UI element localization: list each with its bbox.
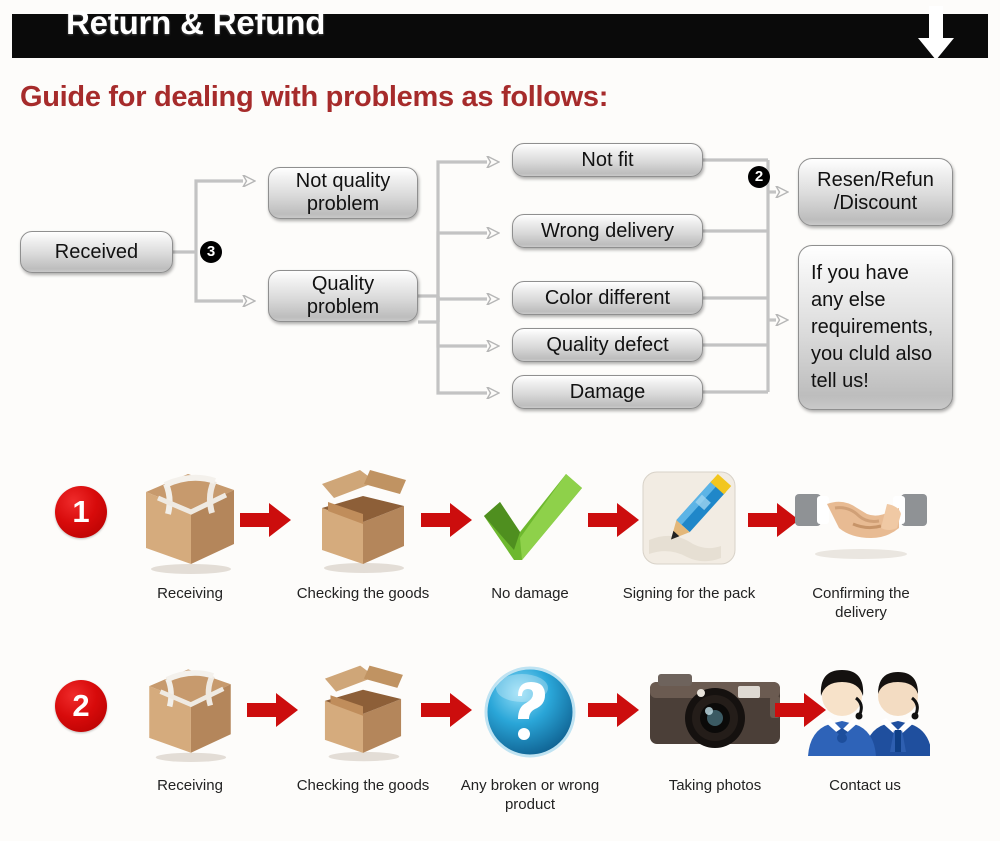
camera-icon: [640, 652, 790, 772]
flow-node-label-line2: problem: [306, 193, 380, 215]
sealed-box-icon: [115, 652, 265, 772]
flow-node-color-different[interactable]: Color different: [512, 281, 703, 315]
badge-2: 2: [748, 166, 770, 188]
process-row-2: 2 Receiving Checking the goods Any broke…: [0, 640, 1000, 820]
process-step-label: Signing for the pack: [622, 585, 756, 602]
process-step[interactable]: Receiving: [115, 652, 265, 795]
flow-node-label-line2: any else: [811, 289, 886, 311]
process-step[interactable]: Any broken or wrong product: [455, 652, 605, 814]
row-number-label: 1: [72, 494, 90, 529]
process-step-label: Receiving: [157, 777, 223, 794]
flow-node-label-line1: Quality: [311, 273, 375, 295]
process-step-label: Any broken or wrong product: [460, 777, 600, 813]
process-step-label: Checking the goods: [296, 777, 430, 794]
flow-node-damage[interactable]: Damage: [512, 375, 703, 409]
question-mark-icon: [455, 652, 605, 772]
flow-node-received[interactable]: Received: [20, 231, 173, 273]
badge-3: 3: [200, 241, 222, 263]
handshake-icon: [786, 460, 936, 580]
red-arrow-icon: [240, 503, 291, 537]
flow-node-label-wrap: If you have any else requirements, you c…: [811, 260, 933, 395]
process-step-label: No damage: [491, 585, 569, 602]
badge-label: 3: [206, 243, 216, 260]
flow-node-label-line2: problem: [306, 296, 380, 318]
flow-node-quality-problem[interactable]: Quality problem: [268, 270, 418, 322]
flow-node-label: Quality defect: [546, 333, 669, 356]
row-number-badge: 1: [55, 486, 107, 538]
flow-node-label: Color different: [544, 286, 671, 309]
process-step-label: Taking photos: [668, 777, 762, 794]
flow-node-label-line3: requirements,: [811, 316, 934, 338]
flow-node-label-line1: Resen/Refun: [817, 169, 934, 191]
problem-flowchart: Received 3 Not quality problem Quality p…: [0, 130, 1000, 430]
process-row-1: 1 Receiving Checking the goods No damage…: [0, 460, 1000, 640]
flow-node-wrong-delivery[interactable]: Wrong delivery: [512, 214, 703, 248]
row-number-label: 2: [72, 688, 90, 723]
flow-node-label-line1: If you have: [811, 262, 909, 284]
flow-node-not-fit[interactable]: Not fit: [512, 143, 703, 177]
flow-node-label: Damage: [569, 380, 646, 403]
flow-node-label-line2: /Discount: [833, 192, 918, 214]
flow-node-label-wrap: Not quality problem: [296, 170, 391, 216]
open-box-icon: [288, 652, 438, 772]
flow-node-contact-note[interactable]: If you have any else requirements, you c…: [798, 245, 953, 410]
flow-node-quality-defect[interactable]: Quality defect: [512, 328, 703, 362]
process-step-label: Confirming the delivery: [812, 585, 910, 621]
process-step-label: Checking the goods: [296, 585, 430, 602]
flow-node-label: Received: [54, 240, 139, 263]
process-step[interactable]: Contact us: [790, 652, 940, 795]
process-step-label: Receiving: [157, 585, 223, 602]
open-box-icon: [288, 460, 438, 580]
process-step[interactable]: Signing for the pack: [614, 460, 764, 603]
flow-node-label-line4: you cluld also: [811, 343, 933, 365]
down-arrow-icon: [918, 6, 954, 60]
page-title: Return & Refund: [66, 4, 326, 41]
flow-node-resend-refund-discount[interactable]: Resen/Refun /Discount: [798, 158, 953, 226]
process-step[interactable]: Checking the goods: [288, 652, 438, 795]
process-step[interactable]: Checking the goods: [288, 460, 438, 603]
process-step[interactable]: Confirming the delivery: [786, 460, 936, 622]
process-step[interactable]: No damage: [455, 460, 605, 603]
green-check-icon: [455, 460, 605, 580]
guide-heading: Guide for dealing with problems as follo…: [20, 81, 609, 113]
flow-node-label: Not fit: [581, 148, 634, 171]
process-step-label: Contact us: [829, 777, 901, 794]
flow-node-not-quality-problem[interactable]: Not quality problem: [268, 167, 418, 219]
support-agents-icon: [790, 652, 940, 772]
process-step[interactable]: Taking photos: [640, 652, 790, 795]
flow-node-label-line5: tell us!: [811, 370, 869, 392]
badge-label: 2: [754, 168, 764, 185]
flow-node-label-line1: Not quality: [295, 170, 391, 192]
red-arrow-icon: [588, 693, 639, 727]
flow-node-label: Wrong delivery: [540, 219, 675, 242]
flow-node-label-wrap: Resen/Refun /Discount: [817, 169, 934, 215]
row-number-badge: 2: [55, 680, 107, 732]
pencil-sign-icon: [614, 460, 764, 580]
flow-node-label-wrap: Quality problem: [307, 273, 379, 319]
